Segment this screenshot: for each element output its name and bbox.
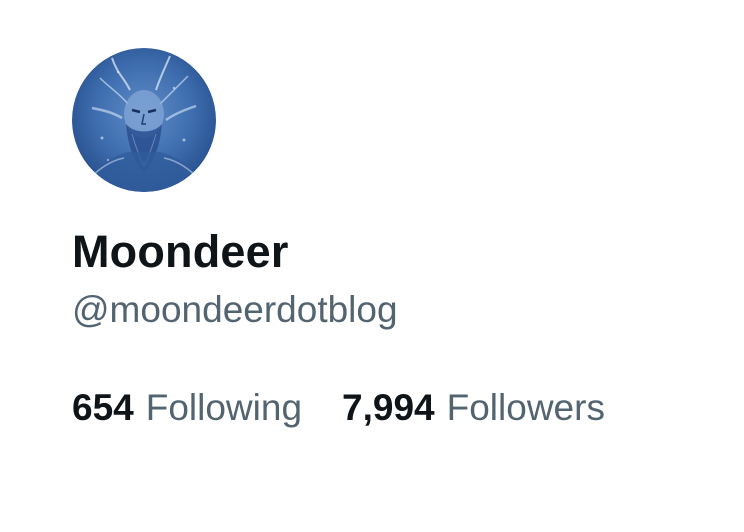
profile-card: Moondeer @moondeerdotblog 654 Following … <box>0 0 744 532</box>
avatar-image <box>72 48 216 192</box>
following-link[interactable]: 654 Following <box>72 386 302 430</box>
user-handle: @moondeerdotblog <box>72 289 398 330</box>
following-label: Following <box>145 387 303 428</box>
following-count: 654 <box>72 387 134 428</box>
followers-count: 7,994 <box>342 387 435 428</box>
followers-label: Followers <box>446 387 605 428</box>
profile-stats: 654 Following 7,994 Followers <box>72 386 605 430</box>
display-name: Moondeer <box>72 226 289 277</box>
avatar[interactable] <box>72 48 216 192</box>
followers-link[interactable]: 7,994 Followers <box>342 386 605 430</box>
